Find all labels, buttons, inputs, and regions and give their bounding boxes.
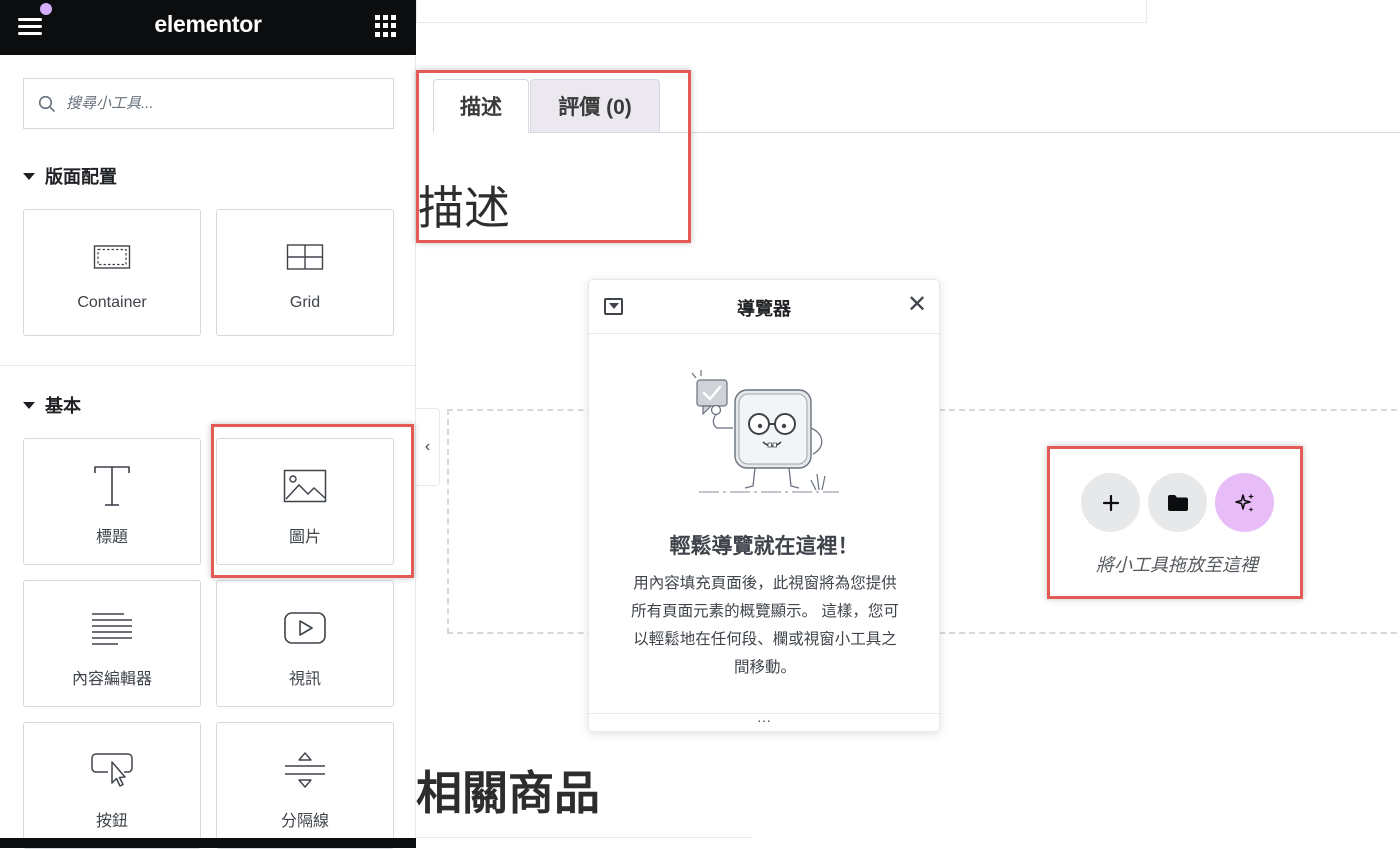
navigator-header[interactable]: 導覽器 ✕	[589, 280, 939, 334]
related-products-divider	[416, 837, 752, 838]
close-icon[interactable]: ✕	[906, 293, 928, 317]
panel-collapse-chevron-icon[interactable]: ‹	[416, 408, 440, 486]
container-icon	[93, 245, 131, 269]
category-basic-title: 基本	[45, 396, 81, 416]
caret-down-icon	[23, 172, 35, 180]
related-products-heading: 相關商品	[416, 767, 600, 819]
widget-label: 標題	[95, 529, 128, 546]
category-basic-toggle[interactable]: 基本	[23, 392, 81, 418]
navigator-empty-description: 用內容填充頁面後，此視窗將為您提供所有頁面元素的概覽顯示。 這樣，您可以輕鬆地在…	[631, 575, 899, 676]
add-template-button[interactable]	[1148, 473, 1207, 532]
add-section-button[interactable]	[1081, 473, 1140, 532]
ai-sparkle-icon	[1234, 493, 1254, 512]
navigator-title: 導覽器	[737, 299, 791, 319]
elementor-panel: elementor 版面配置 Container	[0, 0, 416, 849]
grid-icon	[286, 244, 324, 270]
widget-divider[interactable]: 分隔線	[216, 722, 394, 849]
image-icon	[283, 469, 327, 503]
section-divider	[0, 365, 416, 366]
widgets-grid-icon[interactable]	[375, 15, 397, 37]
previous-section-box	[416, 0, 1147, 23]
widget-label: 按鈕	[95, 813, 128, 830]
tab-description[interactable]: 描述	[433, 79, 529, 133]
category-layout-title: 版面配置	[45, 167, 117, 187]
widget-label: 圖片	[288, 529, 321, 546]
widget-label: 視訊	[288, 671, 321, 688]
widget-label: 分隔線	[280, 813, 329, 830]
heading-icon	[94, 466, 130, 506]
plus-icon	[1102, 494, 1119, 511]
tab-reviews[interactable]: 評價 (0)	[530, 79, 660, 133]
navigator-empty-illustration	[691, 370, 839, 493]
widget-label: Grid	[289, 294, 321, 311]
widget-heading[interactable]: 標題	[23, 438, 201, 565]
widget-container[interactable]: Container	[23, 209, 201, 336]
panel-header: elementor	[0, 0, 416, 55]
navigator-panel: 導覽器 ✕ 輕鬆導覽就在這裡！ 用內容填充頁面後，此視窗將為您提供所有頁面元素的…	[588, 279, 940, 732]
widget-image[interactable]: 圖片	[216, 438, 394, 565]
caret-down-icon	[23, 401, 35, 409]
search-input[interactable]	[66, 95, 366, 112]
ai-generate-button[interactable]	[1215, 473, 1274, 532]
widget-button[interactable]: 按鈕	[23, 722, 201, 849]
drop-zone-hint: 將小工具拖放至這裡	[1096, 555, 1258, 575]
divider-icon	[285, 752, 325, 788]
widget-text-editor[interactable]: 內容編輯器	[23, 580, 201, 707]
navigator-empty-heading: 輕鬆導覽就在這裡！	[669, 535, 859, 558]
elementor-logo: elementor	[154, 11, 262, 37]
video-icon	[284, 612, 326, 644]
panel-footer	[0, 838, 416, 848]
search-icon	[38, 95, 55, 112]
category-layout-toggle[interactable]: 版面配置	[23, 163, 117, 189]
widget-label: Container	[77, 294, 147, 311]
widget-label: 內容編輯器	[71, 671, 152, 688]
description-heading: 描述	[418, 182, 510, 234]
widget-grid[interactable]: Grid	[216, 209, 394, 336]
folder-icon	[1167, 494, 1188, 511]
widget-video[interactable]: 視訊	[216, 580, 394, 707]
button-icon	[91, 753, 133, 787]
widget-search[interactable]	[23, 78, 394, 129]
text-editor-icon	[92, 613, 132, 645]
navigator-resize-handle[interactable]: ···	[589, 713, 939, 733]
